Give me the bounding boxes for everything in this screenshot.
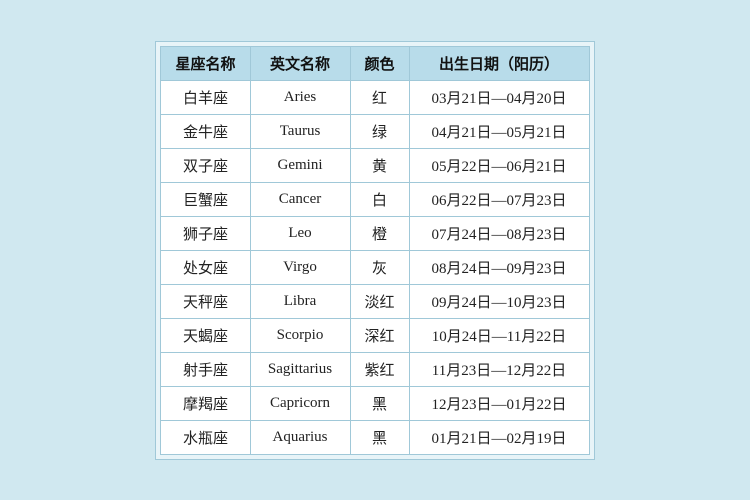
cell-color: 深红 bbox=[350, 318, 409, 352]
zodiac-table: 星座名称 英文名称 颜色 出生日期（阳历） 白羊座Aries红03月21日—04… bbox=[160, 46, 589, 455]
header-dates: 出生日期（阳历） bbox=[409, 46, 589, 80]
table-row: 巨蟹座Cancer白06月22日—07月23日 bbox=[161, 182, 589, 216]
cell-en-name: Sagittarius bbox=[250, 352, 350, 386]
cell-color: 黄 bbox=[350, 148, 409, 182]
cell-zh-name: 金牛座 bbox=[161, 114, 250, 148]
header-en-name: 英文名称 bbox=[250, 46, 350, 80]
cell-zh-name: 白羊座 bbox=[161, 80, 250, 114]
cell-zh-name: 摩羯座 bbox=[161, 386, 250, 420]
cell-color: 红 bbox=[350, 80, 409, 114]
cell-dates: 11月23日—12月22日 bbox=[409, 352, 589, 386]
cell-dates: 06月22日—07月23日 bbox=[409, 182, 589, 216]
cell-zh-name: 射手座 bbox=[161, 352, 250, 386]
cell-dates: 10月24日—11月22日 bbox=[409, 318, 589, 352]
cell-en-name: Libra bbox=[250, 284, 350, 318]
cell-en-name: Capricorn bbox=[250, 386, 350, 420]
cell-en-name: Cancer bbox=[250, 182, 350, 216]
cell-color: 黑 bbox=[350, 386, 409, 420]
table-row: 天蝎座Scorpio深红10月24日—11月22日 bbox=[161, 318, 589, 352]
table-row: 射手座Sagittarius紫红11月23日—12月22日 bbox=[161, 352, 589, 386]
table-row: 白羊座Aries红03月21日—04月20日 bbox=[161, 80, 589, 114]
cell-zh-name: 狮子座 bbox=[161, 216, 250, 250]
cell-en-name: Gemini bbox=[250, 148, 350, 182]
table-header-row: 星座名称 英文名称 颜色 出生日期（阳历） bbox=[161, 46, 589, 80]
table-row: 水瓶座Aquarius黑01月21日—02月19日 bbox=[161, 420, 589, 454]
cell-color: 淡红 bbox=[350, 284, 409, 318]
cell-color: 灰 bbox=[350, 250, 409, 284]
cell-dates: 09月24日—10月23日 bbox=[409, 284, 589, 318]
cell-zh-name: 水瓶座 bbox=[161, 420, 250, 454]
header-zh-name: 星座名称 bbox=[161, 46, 250, 80]
cell-dates: 08月24日—09月23日 bbox=[409, 250, 589, 284]
cell-color: 紫红 bbox=[350, 352, 409, 386]
cell-zh-name: 天蝎座 bbox=[161, 318, 250, 352]
table-row: 处女座Virgo灰08月24日—09月23日 bbox=[161, 250, 589, 284]
cell-zh-name: 巨蟹座 bbox=[161, 182, 250, 216]
cell-en-name: Aquarius bbox=[250, 420, 350, 454]
cell-color: 黑 bbox=[350, 420, 409, 454]
cell-zh-name: 天秤座 bbox=[161, 284, 250, 318]
cell-dates: 04月21日—05月21日 bbox=[409, 114, 589, 148]
table-row: 双子座Gemini黄05月22日—06月21日 bbox=[161, 148, 589, 182]
cell-zh-name: 处女座 bbox=[161, 250, 250, 284]
zodiac-table-container: 星座名称 英文名称 颜色 出生日期（阳历） 白羊座Aries红03月21日—04… bbox=[155, 41, 594, 460]
table-row: 金牛座Taurus绿04月21日—05月21日 bbox=[161, 114, 589, 148]
cell-color: 白 bbox=[350, 182, 409, 216]
cell-en-name: Scorpio bbox=[250, 318, 350, 352]
cell-en-name: Taurus bbox=[250, 114, 350, 148]
cell-dates: 07月24日—08月23日 bbox=[409, 216, 589, 250]
cell-en-name: Leo bbox=[250, 216, 350, 250]
cell-dates: 03月21日—04月20日 bbox=[409, 80, 589, 114]
cell-dates: 01月21日—02月19日 bbox=[409, 420, 589, 454]
cell-zh-name: 双子座 bbox=[161, 148, 250, 182]
table-row: 摩羯座Capricorn黑12月23日—01月22日 bbox=[161, 386, 589, 420]
cell-dates: 12月23日—01月22日 bbox=[409, 386, 589, 420]
header-color: 颜色 bbox=[350, 46, 409, 80]
table-row: 狮子座Leo橙07月24日—08月23日 bbox=[161, 216, 589, 250]
cell-dates: 05月22日—06月21日 bbox=[409, 148, 589, 182]
cell-color: 橙 bbox=[350, 216, 409, 250]
cell-en-name: Aries bbox=[250, 80, 350, 114]
cell-en-name: Virgo bbox=[250, 250, 350, 284]
cell-color: 绿 bbox=[350, 114, 409, 148]
table-row: 天秤座Libra淡红09月24日—10月23日 bbox=[161, 284, 589, 318]
